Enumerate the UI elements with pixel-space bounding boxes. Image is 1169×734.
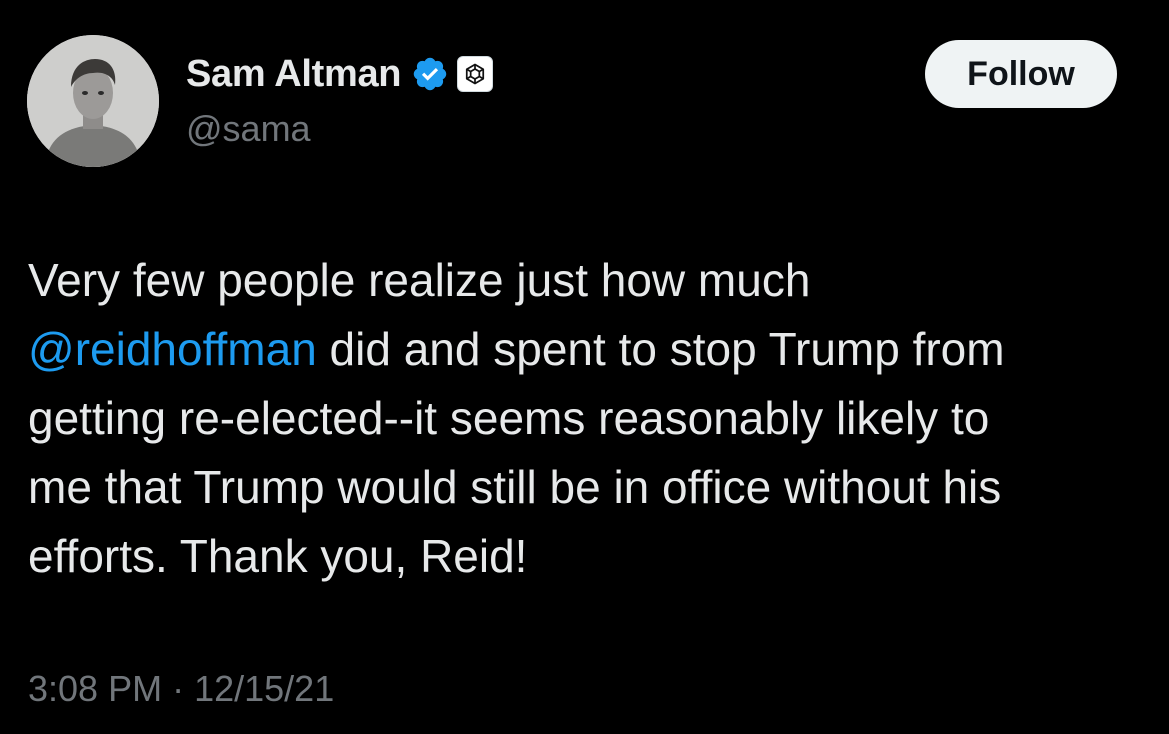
tweet-text-line: me that Trump would still be in office w…: [28, 461, 1002, 513]
mention-link[interactable]: @reidhoffman: [28, 323, 317, 375]
tweet-date: 12/15/21: [194, 668, 335, 709]
follow-button[interactable]: Follow: [925, 40, 1117, 108]
author-display-name[interactable]: Sam Altman: [186, 53, 402, 96]
tweet-text-line: Very few people realize just how much: [28, 254, 811, 306]
avatar[interactable]: [27, 35, 159, 167]
avatar-photo: [27, 35, 159, 167]
verified-badge-icon[interactable]: [411, 55, 449, 93]
tweet-text: Very few people realize just how much @r…: [28, 246, 1153, 591]
tweet-timestamp[interactable]: 3:08 PM · 12/15/21: [28, 668, 334, 710]
tweet-text-line: efforts. Thank you, Reid!: [28, 530, 528, 582]
tweet-time: 3:08 PM: [28, 668, 163, 709]
author-name-row: Sam Altman: [186, 50, 494, 98]
meta-separator: ·: [172, 668, 185, 709]
tweet-text-line: @reidhoffman did and spent to stop Trump…: [28, 315, 1153, 384]
tweet-text-segment: did and spent to stop Trump from: [316, 323, 1005, 375]
tweet-text-line: getting re-elected--it seems reasonably …: [28, 392, 990, 444]
tweet: Sam Altman @sama Follow Very few people …: [0, 0, 1169, 734]
openai-logo-icon[interactable]: [457, 56, 494, 92]
author-handle[interactable]: @sama: [186, 108, 311, 150]
